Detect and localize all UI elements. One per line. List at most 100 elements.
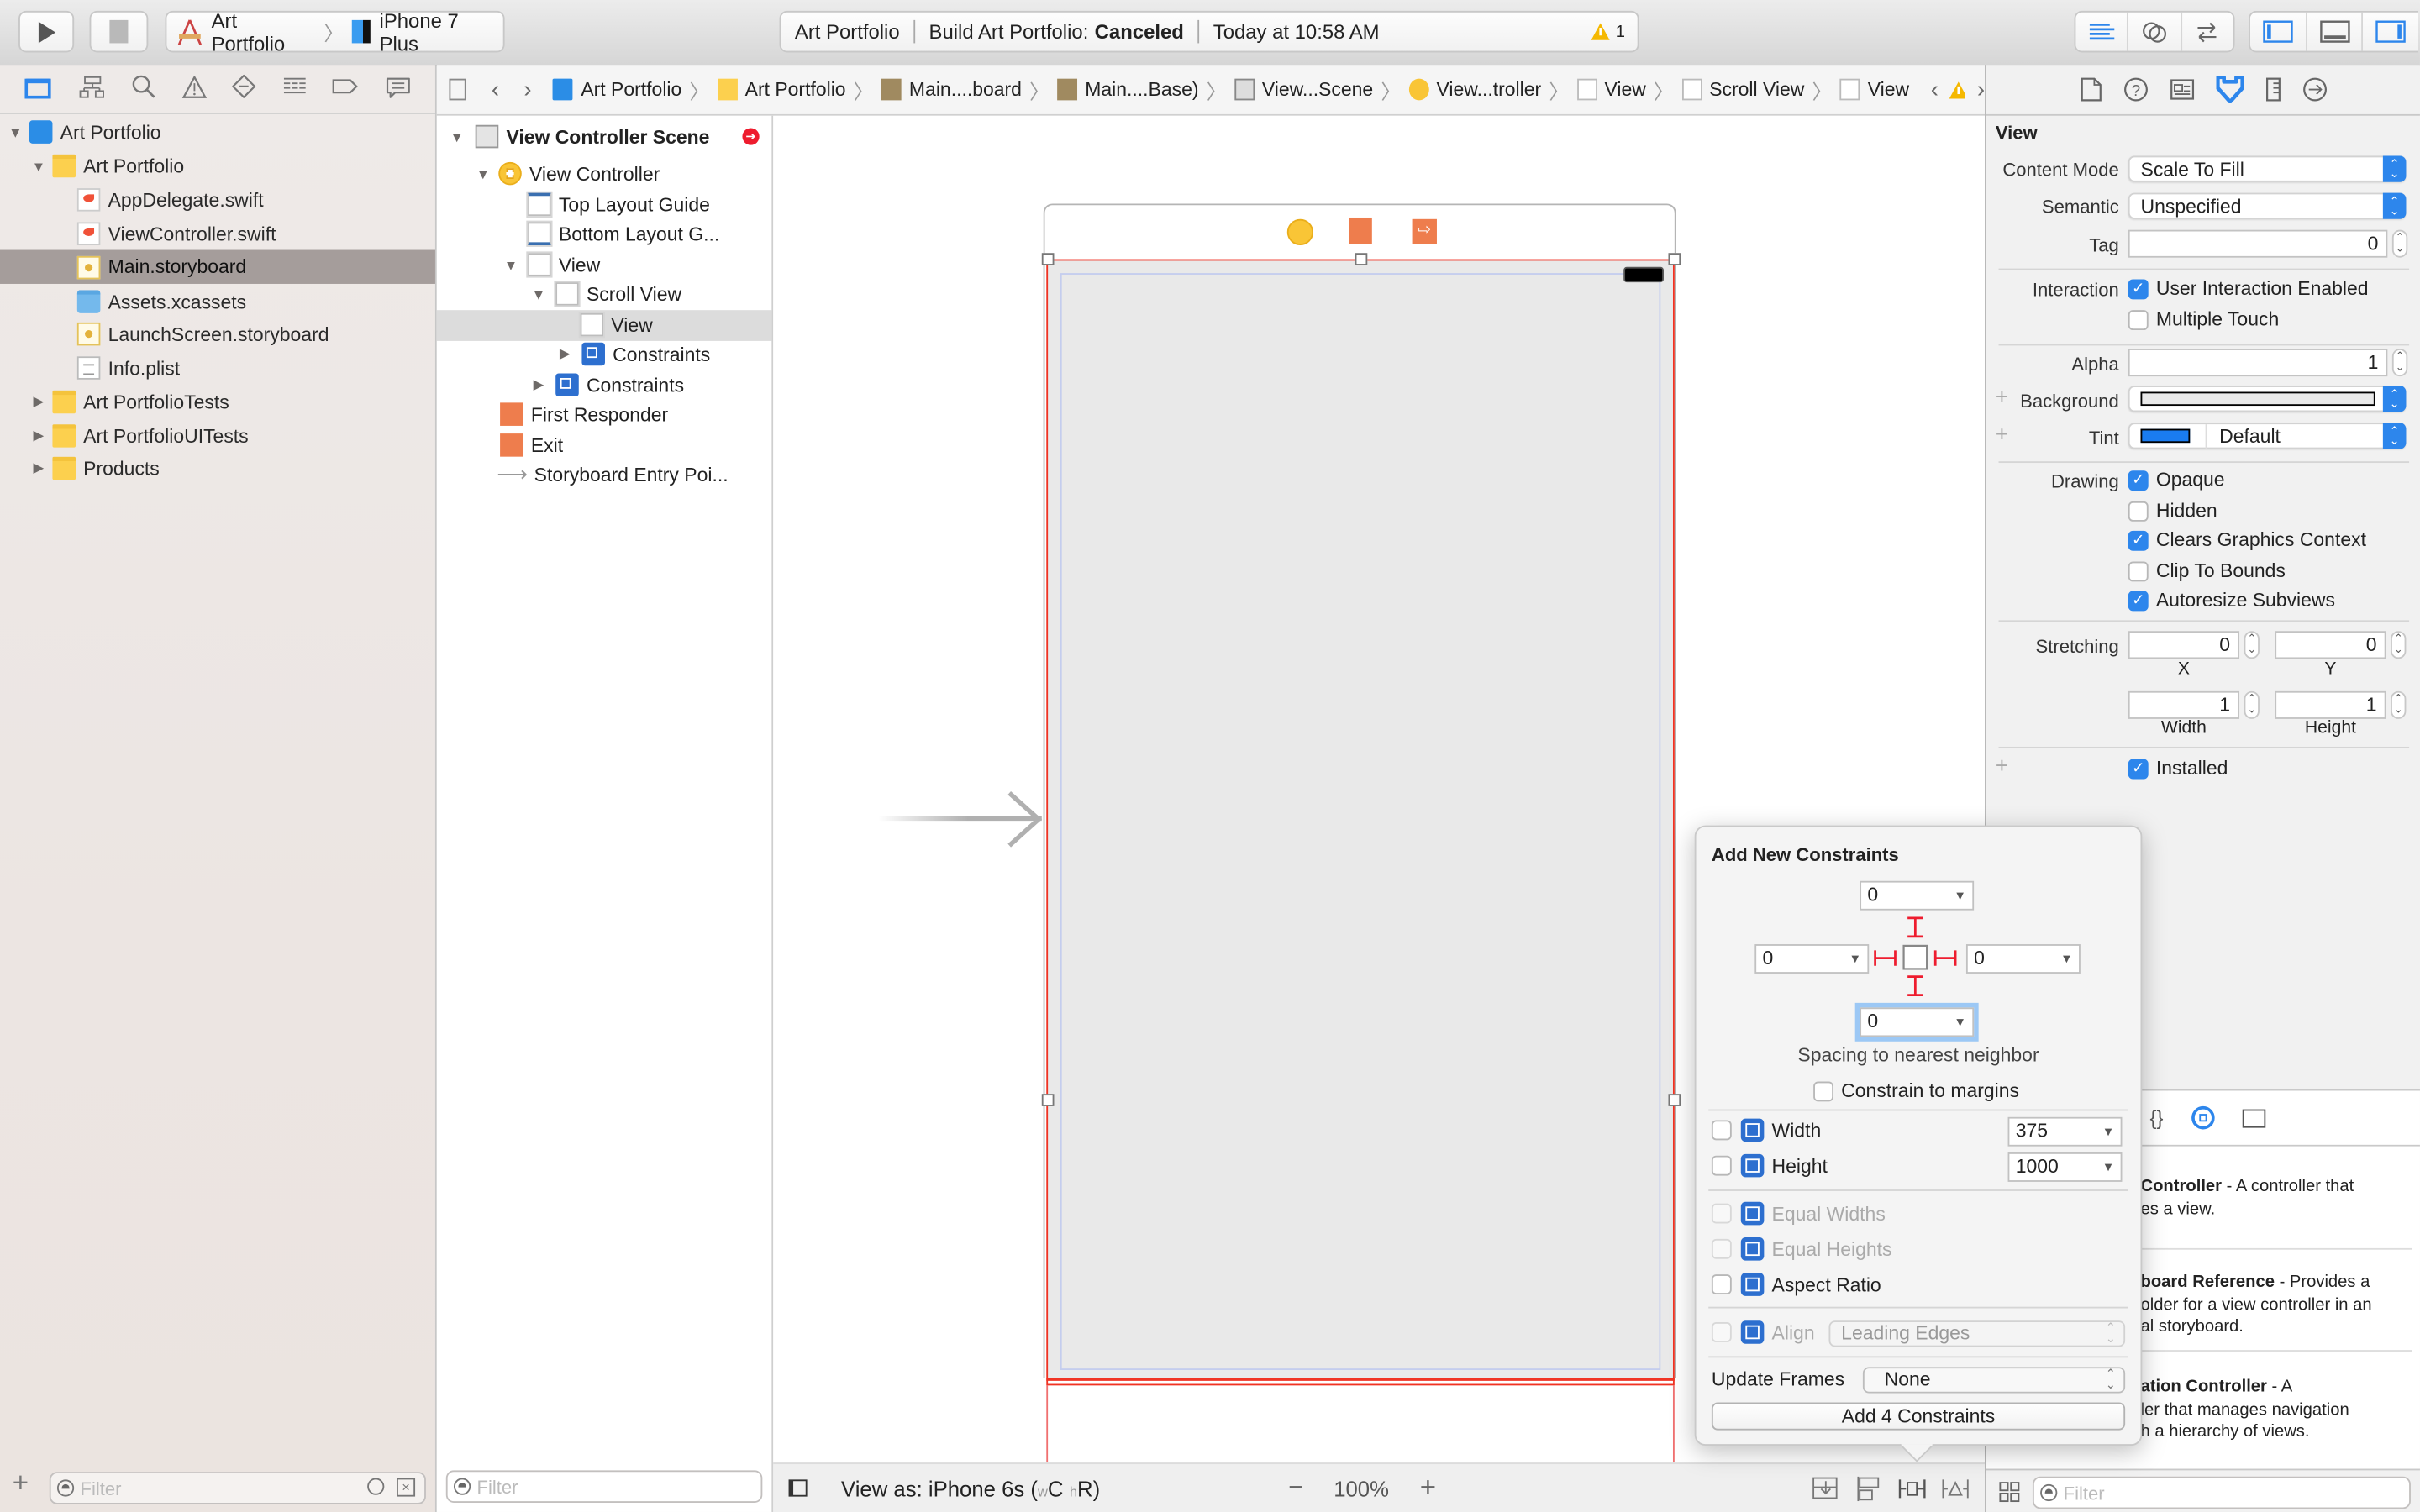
width-value-field[interactable]: 375 ▼: [2007, 1116, 2123, 1147]
disclosure-collapsed-icon[interactable]: ▶: [555, 346, 574, 363]
add-variation-button[interactable]: +: [1996, 384, 2008, 408]
toggle-utilities-button[interactable]: [2364, 13, 2419, 51]
add-constraints-button[interactable]: Add 4 Constraints: [1711, 1402, 2126, 1431]
nav-item-file[interactable]: Assets.xcassets: [0, 286, 435, 318]
disclosure-expanded-icon[interactable]: ▼: [502, 257, 520, 272]
multiple-touch-checkbox[interactable]: [2128, 310, 2149, 331]
scheme-selector[interactable]: Art Portfolio 〉 iPhone 7 Plus: [165, 8, 505, 55]
assistant-editor-button[interactable]: [2128, 12, 2182, 51]
size-inspector-tab-icon[interactable]: [2265, 77, 2280, 102]
nav-item-project[interactable]: ▼ Art Portfolio: [0, 116, 435, 149]
hidden-checkbox[interactable]: [2128, 501, 2149, 522]
disclosure-collapsed-icon[interactable]: ▶: [29, 393, 48, 410]
dropdown-arrow-icon[interactable]: ▼: [1954, 1009, 1966, 1035]
test-navigator-tab[interactable]: [232, 74, 256, 103]
height-checkbox[interactable]: [1711, 1155, 1732, 1176]
tag-field[interactable]: 0: [2128, 229, 2388, 258]
dropdown-arrow-icon[interactable]: ▼: [2102, 1154, 2115, 1180]
nav-item-group[interactable]: ▶ Products: [0, 452, 435, 485]
stretch-x-stepper[interactable]: ⌃ ⌄: [2244, 631, 2260, 659]
leading-spacing-field[interactable]: 0 ▼: [1754, 944, 1870, 974]
leading-constraint-ibeam[interactable]: [1874, 950, 1897, 966]
code-snippet-tab-icon[interactable]: {}: [2150, 1106, 2164, 1130]
dropdown-arrow-icon[interactable]: ▼: [1849, 946, 1862, 972]
add-variation-button[interactable]: +: [1996, 421, 2008, 445]
back-button[interactable]: ‹: [492, 76, 499, 102]
nav-item-group[interactable]: ▶ Art PortfolioUITests: [0, 420, 435, 453]
resize-handle[interactable]: [1668, 1094, 1681, 1106]
constrain-to-margins-checkbox[interactable]: [1813, 1081, 1833, 1102]
stretch-width-stepper[interactable]: ⌃ ⌄: [2244, 690, 2260, 719]
width-checkbox[interactable]: [1711, 1120, 1732, 1141]
disclosure-collapsed-icon[interactable]: ▶: [529, 377, 548, 394]
nav-item-group[interactable]: ▶ Art PortfolioTests: [0, 386, 435, 418]
connections-inspector-tab-icon[interactable]: [2302, 77, 2327, 102]
outline-item-first-responder[interactable]: First Responder: [437, 400, 772, 430]
disclosure-expanded-icon[interactable]: ▼: [529, 286, 548, 302]
identity-inspector-tab-icon[interactable]: [2169, 79, 2194, 101]
related-items-icon[interactable]: [449, 78, 467, 101]
stretch-height-stepper[interactable]: ⌃ ⌄: [2391, 690, 2407, 719]
disclosure-expanded-icon[interactable]: ▼: [29, 158, 48, 173]
update-frames-popup[interactable]: None ⌃ ⌄: [1862, 1367, 2126, 1394]
nav-item-file[interactable]: Info.plist: [0, 352, 435, 385]
breakpoint-navigator-tab[interactable]: [332, 77, 360, 101]
debug-navigator-tab[interactable]: [282, 76, 307, 102]
stretch-height-field[interactable]: 1: [2275, 690, 2386, 719]
height-value-field[interactable]: 1000 ▼: [2007, 1152, 2123, 1182]
breadcrumb-scroll-view[interactable]: Scroll View: [1681, 78, 1804, 101]
resize-handle[interactable]: [1041, 1094, 1055, 1106]
stop-button[interactable]: [89, 10, 149, 53]
outline-item-view-controller[interactable]: ▼ View Controller: [437, 159, 772, 189]
warning-badge[interactable]: 1: [1590, 22, 1625, 42]
library-item[interactable]: ation Controller - A ler that manages na…: [2141, 1376, 2420, 1443]
installed-checkbox[interactable]: ✓: [2128, 759, 2149, 780]
embed-in-stack-icon[interactable]: [1812, 1476, 1839, 1500]
outline-filter-field[interactable]: Filter: [445, 1470, 763, 1503]
opaque-checkbox[interactable]: ✓: [2128, 470, 2149, 491]
stretch-width-field[interactable]: 1: [2128, 690, 2240, 719]
disclosure-collapsed-icon[interactable]: ▶: [29, 428, 48, 444]
recent-files-icon[interactable]: [367, 1478, 385, 1495]
content-mode-popup[interactable]: Scale To Fill ⌃ ⌄: [2128, 155, 2407, 182]
breadcrumb-scene[interactable]: View...Scene: [1234, 78, 1373, 101]
standard-editor-button[interactable]: [2075, 12, 2129, 51]
scm-filter-icon[interactable]: ×: [397, 1478, 416, 1497]
trailing-spacing-field[interactable]: 0 ▼: [1965, 944, 2081, 974]
autoresize-subviews-checkbox[interactable]: ✓: [2128, 591, 2149, 612]
disclosure-expanded-icon[interactable]: ▼: [6, 124, 24, 139]
add-variation-button[interactable]: +: [1996, 753, 2008, 777]
trailing-constraint-ibeam[interactable]: [1933, 950, 1957, 966]
nav-item-group[interactable]: ▼ Art Portfolio: [0, 150, 435, 182]
file-inspector-tab-icon[interactable]: [2080, 77, 2102, 102]
clip-to-bounds-checkbox[interactable]: [2128, 561, 2149, 582]
breadcrumb-view-controller[interactable]: View...troller: [1408, 78, 1541, 101]
outline-item-bottom-layout-guide[interactable]: Bottom Layout G...: [437, 219, 772, 249]
add-constraints-icon[interactable]: [1898, 1476, 1926, 1500]
version-editor-button[interactable]: [2181, 13, 2233, 51]
symbol-navigator-tab[interactable]: [78, 75, 106, 102]
outline-item-view[interactable]: ▼ View: [437, 250, 772, 281]
zoom-out-button[interactable]: −: [1288, 1474, 1302, 1502]
disclosure-collapsed-icon[interactable]: ▶: [29, 459, 48, 476]
add-file-button[interactable]: +: [13, 1467, 29, 1500]
top-constraint-ibeam[interactable]: [1907, 916, 1923, 938]
breadcrumb-storyboard-base[interactable]: Main....Base): [1057, 78, 1199, 101]
outline-item-constraints[interactable]: ▶ Constraints: [437, 370, 772, 401]
stretch-x-field[interactable]: 0: [2128, 631, 2240, 659]
alpha-stepper[interactable]: ⌃ ⌄: [2391, 349, 2408, 377]
resize-handle[interactable]: [1668, 253, 1681, 265]
outline-item-scene[interactable]: ▼ View Controller Scene ➔: [437, 122, 772, 152]
forward-button[interactable]: ›: [523, 76, 531, 102]
zoom-in-button[interactable]: +: [1420, 1472, 1436, 1504]
dropdown-arrow-icon[interactable]: ▼: [2102, 1119, 2115, 1145]
project-navigator-tab[interactable]: [24, 75, 53, 102]
resolve-issues-icon[interactable]: [1942, 1476, 1970, 1500]
stretch-y-stepper[interactable]: ⌃ ⌄: [2391, 631, 2407, 659]
bottom-constraint-ibeam[interactable]: [1907, 975, 1923, 997]
nav-item-file-selected[interactable]: Main.storyboard: [0, 249, 435, 284]
outline-item-constraints[interactable]: ▶ Constraints: [437, 339, 772, 370]
resize-handle[interactable]: [1041, 253, 1055, 265]
align-icon[interactable]: [1855, 1475, 1883, 1501]
tag-stepper[interactable]: ⌃ ⌄: [2391, 229, 2408, 258]
